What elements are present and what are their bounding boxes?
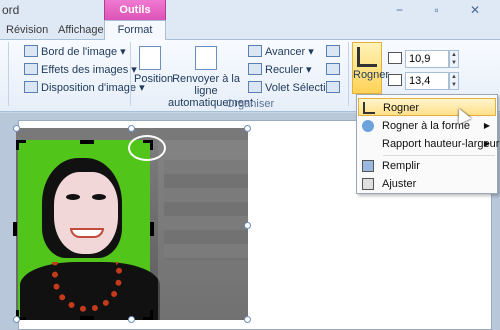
tab-format[interactable]: Format [104,20,166,41]
crop-handle-top[interactable] [80,140,94,144]
layout-icon [24,81,38,93]
resize-handle[interactable] [244,316,251,323]
ribbon-separator [8,42,9,106]
height-spinner[interactable]: ▲ ▼ [449,50,459,68]
group-button[interactable] [326,62,343,79]
resize-handle[interactable] [13,316,20,323]
resize-handle[interactable] [13,125,20,132]
picture-face [54,172,118,254]
contextual-tab-header: Outils Image [104,0,166,36]
height-icon [388,52,402,64]
crop-button[interactable]: Rogner [352,42,389,94]
width-icon [388,74,402,86]
width-spinner[interactable]: ▲ ▼ [449,72,459,90]
crop-handle-left[interactable] [13,222,17,236]
resize-handle[interactable] [244,125,251,132]
picture-effects-button[interactable]: Effets des images ▾ [24,62,137,79]
menu-item-aspect-ratio[interactable]: Rapport hauteur-largeur ▶ [358,135,499,153]
rotate-icon [326,81,340,93]
fill-icon [362,160,374,172]
position-button[interactable]: Position [134,46,173,85]
shape-crop-icon [362,120,374,132]
selection-pane-button[interactable]: Volet Sélection [248,80,338,97]
ribbon-separator [130,42,131,106]
menu-item-crop-to-shape[interactable]: Rogner à la forme ▶ [358,117,496,135]
crop-excluded-area [158,128,248,320]
submenu-arrow-icon: ▶ [483,121,490,130]
group-label-organiser: Organiser [225,98,275,110]
bring-forward-button[interactable]: Avancer ▾ [248,44,314,61]
border-icon [24,45,38,57]
picture-layout-button[interactable]: Disposition d'image ▾ [24,80,145,97]
tab-affichage[interactable]: Affichage [58,22,104,40]
tab-revision[interactable]: Révision [6,22,48,40]
align-button[interactable] [326,44,343,61]
app-title: ord [2,3,20,17]
send-backward-button[interactable]: Reculer ▾ [248,62,311,79]
picture-eye [66,194,80,200]
crop-icon [357,47,377,67]
crop-handle-bottom[interactable] [80,316,94,320]
group-icon [326,63,340,75]
send-backward-icon [248,63,262,75]
fit-icon [362,178,374,190]
position-icon [139,46,161,70]
bring-forward-icon [248,45,262,57]
menu-item-fit[interactable]: Ajuster [358,175,496,193]
crop-icon [363,102,375,114]
window-controls[interactable]: − ▫ ✕ [396,3,494,17]
picture-mouth [70,228,104,238]
menu-item-crop[interactable]: Rogner [358,98,496,116]
align-icon [326,45,340,57]
rotate-button[interactable] [326,80,343,97]
effects-icon [24,63,38,75]
crop-handle-right[interactable] [150,222,154,236]
resize-handle[interactable] [128,316,135,323]
resize-handle[interactable] [244,222,251,229]
width-input[interactable]: 13,4 cm [405,72,449,103]
selection-pane-icon [248,81,262,93]
resize-handle[interactable] [128,125,135,132]
menu-item-fill[interactable]: Remplir [358,157,496,175]
picture-border-button[interactable]: Bord de l'image ▾ [24,44,126,61]
crop-handle-top-right[interactable] [143,140,153,150]
crop-dropdown-menu: Rogner Rogner à la forme ▶ Rapport haute… [356,94,499,194]
height-input[interactable]: 10,9 cm [405,50,449,81]
picture-eye [92,194,106,200]
wrap-text-icon [195,46,217,70]
crop-handle-bottom-right[interactable] [143,310,153,320]
menu-separator [383,155,495,156]
crop-handle-top-left[interactable] [16,140,26,150]
submenu-arrow-icon: ▶ [483,139,490,148]
ribbon-separator [348,42,349,106]
